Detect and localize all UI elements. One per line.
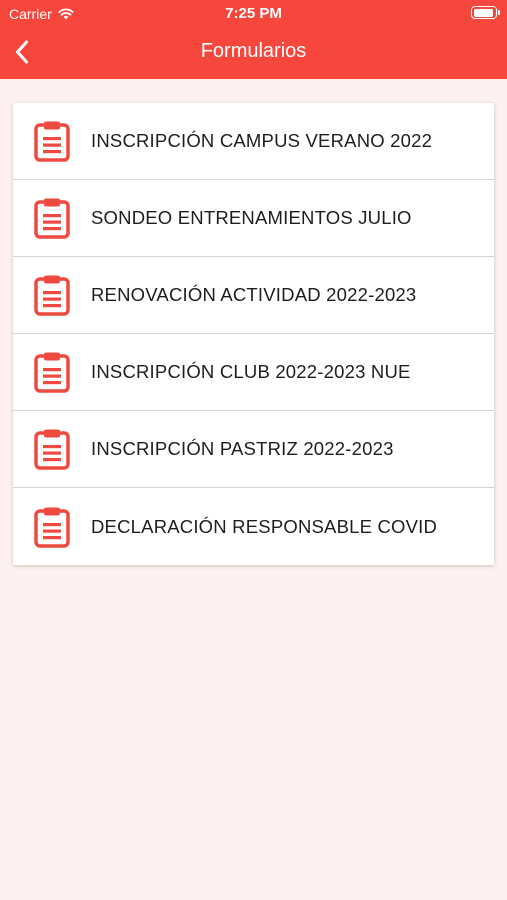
form-item-label: DECLARACIÓN RESPONSABLE COVID [91, 515, 438, 537]
app-header: Carrier 7:25 PM Formularios [0, 0, 507, 79]
clipboard-icon [34, 352, 70, 393]
clipboard-icon [34, 507, 70, 548]
form-item-label: INSCRIPCIÓN CLUB 2022-2023 NUE [91, 361, 411, 382]
clipboard-icon [34, 121, 70, 162]
form-item-label: INSCRIPCIÓN PASTRIZ 2022-2023 [91, 438, 394, 459]
form-item-renovacion-actividad[interactable]: RENOVACIÓN ACTIVIDAD 2022-2023 [13, 257, 494, 334]
page-title: Formularios [200, 40, 307, 62]
clipboard-icon [34, 275, 70, 316]
nav-bar: Formularios [0, 28, 507, 79]
form-item-inscripcion-pastriz[interactable]: INSCRIPCIÓN PASTRIZ 2022-2023 [13, 411, 494, 488]
forms-list: INSCRIPCIÓN CAMPUS VERANO 2022 SONDEO EN… [13, 103, 494, 565]
form-item-inscripcion-campus-verano[interactable]: INSCRIPCIÓN CAMPUS VERANO 2022 [13, 103, 494, 180]
clipboard-icon [34, 429, 70, 470]
form-item-sondeo-entrenamientos[interactable]: SONDEO ENTRENAMIENTOS JULIO [13, 180, 494, 257]
form-item-label: RENOVACIÓN ACTIVIDAD 2022-2023 [91, 284, 417, 305]
form-item-label: SONDEO ENTRENAMIENTOS JULIO [91, 207, 412, 228]
back-button[interactable] [6, 36, 38, 68]
battery-level [473, 8, 493, 17]
battery-icon [471, 6, 500, 19]
status-bar: Carrier 7:25 PM [0, 0, 507, 28]
chevron-left-icon [16, 40, 28, 64]
form-item-label: INSCRIPCIÓN CAMPUS VERANO 2022 [91, 130, 433, 151]
form-item-declaracion-covid[interactable]: DECLARACIÓN RESPONSABLE COVID [13, 488, 494, 565]
status-time: 7:25 PM [225, 5, 282, 22]
form-item-inscripcion-club[interactable]: INSCRIPCIÓN CLUB 2022-2023 NUE [13, 334, 494, 411]
clipboard-icon [34, 198, 70, 239]
